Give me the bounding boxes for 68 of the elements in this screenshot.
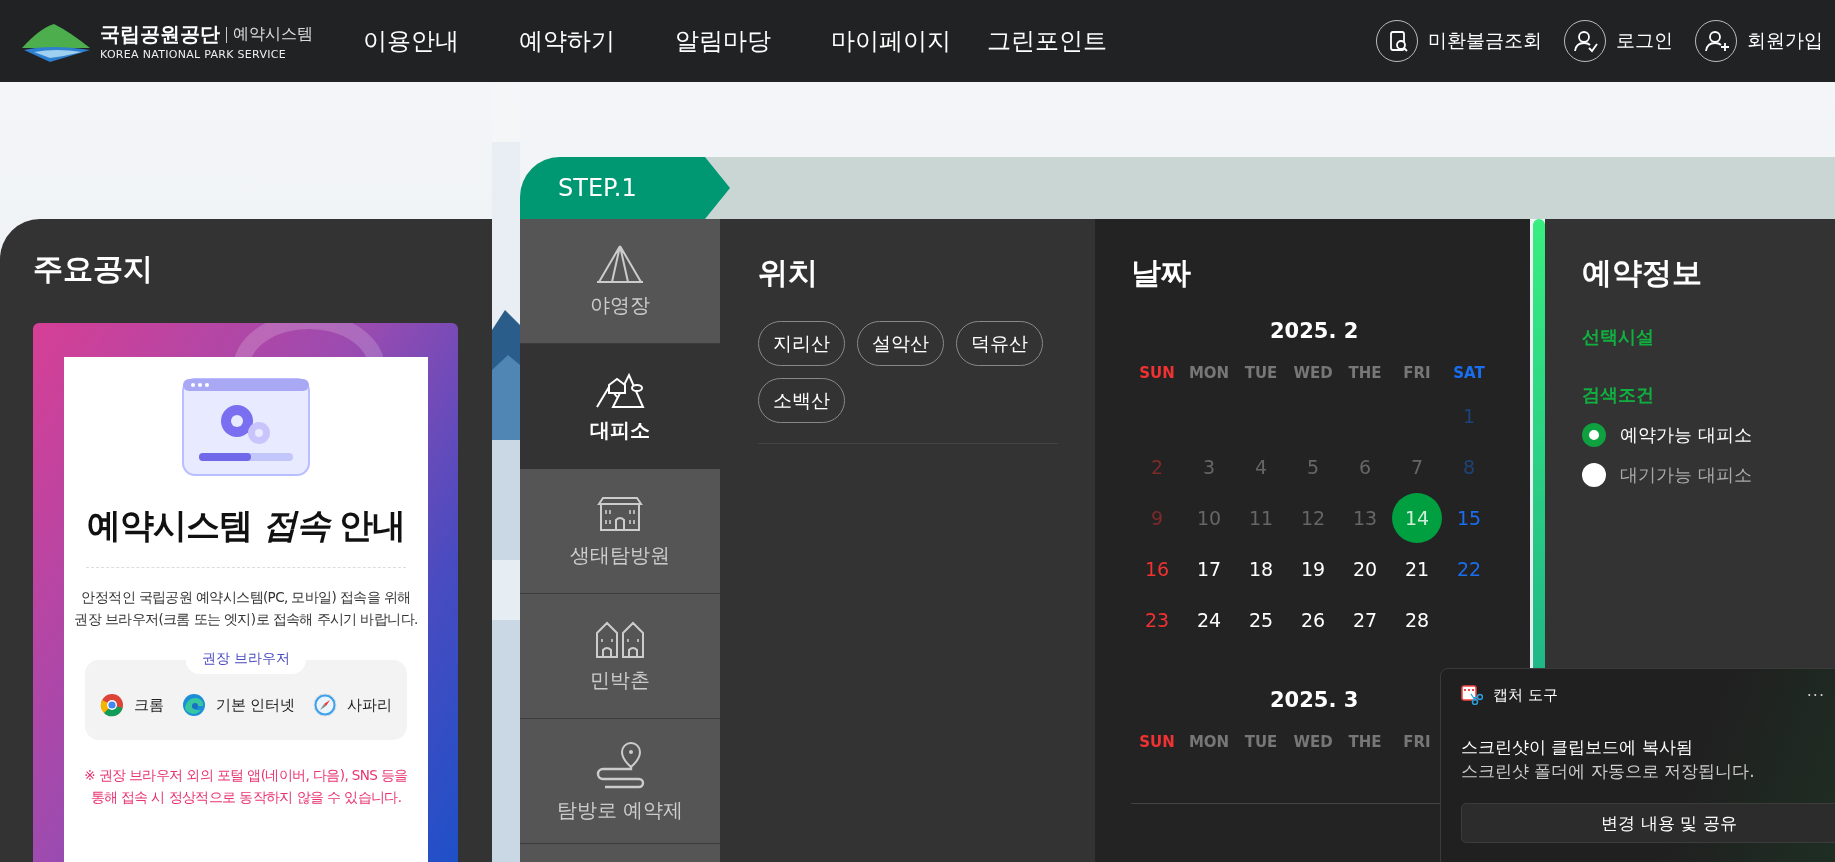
weekday-label: TUE bbox=[1243, 733, 1279, 753]
calendar-day[interactable]: 21 bbox=[1392, 543, 1442, 594]
month-title: 2025. 2 bbox=[1270, 318, 1359, 345]
radio-label[interactable]: 대기가능 대피소 bbox=[1620, 463, 1752, 487]
facility-tab[interactable]: 대피소 bbox=[520, 344, 720, 469]
settings-window-icon bbox=[181, 377, 311, 477]
section-title: 날짜 bbox=[1131, 254, 1192, 292]
section-title: 위치 bbox=[758, 254, 819, 292]
section-title: 주요공지 bbox=[33, 250, 154, 288]
warning-text: ※ 권장 브라우저 외의 포털 앱(네이버, 다음), SNS 등을 통해 접속 시 정상적으로 동작하지 않을 수 있습니다. bbox=[84, 766, 408, 807]
more-icon[interactable]: ··· bbox=[1806, 685, 1825, 705]
radio-button[interactable] bbox=[1582, 423, 1606, 447]
weekday-label: TUE bbox=[1243, 364, 1279, 384]
calendar-day[interactable]: 23 bbox=[1132, 594, 1182, 645]
calendar-day[interactable]: 17 bbox=[1184, 543, 1234, 594]
weekday-label: WED bbox=[1292, 733, 1334, 753]
calendar-day[interactable]: 25 bbox=[1236, 594, 1286, 645]
calendar-day[interactable]: 27 bbox=[1340, 594, 1390, 645]
app-name: 캡처 도구 bbox=[1493, 685, 1558, 705]
notice-text: 안정적인 국립공원 예약시스템(PC, 모바일) 접속을 위해 권장 브라우저(크롬 또는 엣지)로 접속해 주시기 바랍니다. bbox=[74, 588, 418, 629]
notice-heading: 예약시스템 접속 안내 bbox=[86, 504, 406, 547]
weekday-label: WED bbox=[1292, 364, 1334, 384]
nav-link[interactable]: 알림마당 bbox=[675, 25, 771, 57]
edge-icon bbox=[181, 693, 206, 717]
calendar-day[interactable]: 24 bbox=[1184, 594, 1234, 645]
chrome-icon bbox=[99, 693, 124, 717]
nav-link[interactable]: 이용안내 bbox=[363, 25, 459, 57]
share-button[interactable]: 변경 내용 및 공유 bbox=[1461, 803, 1835, 843]
logo-english-name: KOREA NATIONAL PARK SERVICE bbox=[100, 48, 288, 61]
section-title: 예약정보 bbox=[1582, 254, 1703, 292]
nav-link[interactable]: 그린포인트 bbox=[987, 25, 1107, 57]
weekday-label: MON bbox=[1187, 364, 1231, 384]
header-link[interactable]: 미환불금조회 bbox=[1376, 20, 1542, 62]
calendar-day[interactable]: 28 bbox=[1392, 594, 1442, 645]
calendar-day[interactable]: 19 bbox=[1288, 543, 1338, 594]
month-title: 2025. 3 bbox=[1270, 687, 1359, 714]
info-label: 검색조건 bbox=[1582, 383, 1655, 407]
notice-banner[interactable]: 예약시스템 접속 안내 안정적인 국립공원 예약시스템(PC, 모바일) 접속을 위해 권장 브라우저(크롬 또는 엣지)로 접속해 주시기 바랍니다. 권장 브라우저 크롬 기본 인터넷 사파리 ※ 권장 브라우저 외의 포털 앱(네이버, 다음), SNS 등을 통해 접속 시 정상적으로 동작하지 않을 수 있습니다. bbox=[33, 323, 458, 862]
weekday-label: FRI bbox=[1402, 733, 1432, 753]
header-link[interactable]: 로그인 bbox=[1564, 20, 1673, 62]
browser-name: 기본 인터넷 bbox=[181, 693, 296, 717]
logo-name[interactable]: 국립공원공단 bbox=[100, 21, 220, 48]
calendar-day[interactable]: 16 bbox=[1132, 543, 1182, 594]
weekday-label: SAT bbox=[1452, 364, 1486, 384]
nav-link[interactable]: 예약하기 bbox=[519, 25, 615, 57]
weekday-label: THE bbox=[1347, 733, 1383, 753]
calendar-day[interactable]: 20 bbox=[1340, 543, 1390, 594]
weekday-label: MON bbox=[1187, 733, 1231, 753]
radio-button[interactable] bbox=[1582, 463, 1606, 487]
tent-icon bbox=[595, 243, 645, 284]
compass-icon bbox=[313, 693, 338, 717]
notification-text: 스크린샷 폴더에 자동으로 저장됩니다. bbox=[1461, 760, 1756, 783]
weekday-label: SUN bbox=[1138, 733, 1176, 753]
calendar-day[interactable]: 26 bbox=[1288, 594, 1338, 645]
snipping-tool-icon bbox=[1461, 685, 1483, 705]
step-arrow-icon bbox=[675, 157, 730, 219]
browser-name: 크롬 bbox=[99, 693, 164, 717]
notification-title: 스크린샷이 클립보드에 복사됨 bbox=[1461, 736, 1694, 759]
header-link[interactable]: 회원가입 bbox=[1695, 20, 1823, 62]
weekday-label: FRI bbox=[1402, 364, 1432, 384]
logo-subtitle: 예약시스템 bbox=[233, 24, 313, 45]
weekday-label: THE bbox=[1347, 364, 1383, 384]
weekday-label: SUN bbox=[1138, 364, 1176, 384]
info-label: 선택시설 bbox=[1582, 325, 1655, 349]
calendar-day[interactable]: 18 bbox=[1236, 543, 1286, 594]
nav-link[interactable]: 마이페이지 bbox=[831, 25, 951, 57]
browser-name: 사파리 bbox=[313, 693, 393, 717]
radio-label[interactable]: 예약가능 대피소 bbox=[1620, 423, 1752, 447]
